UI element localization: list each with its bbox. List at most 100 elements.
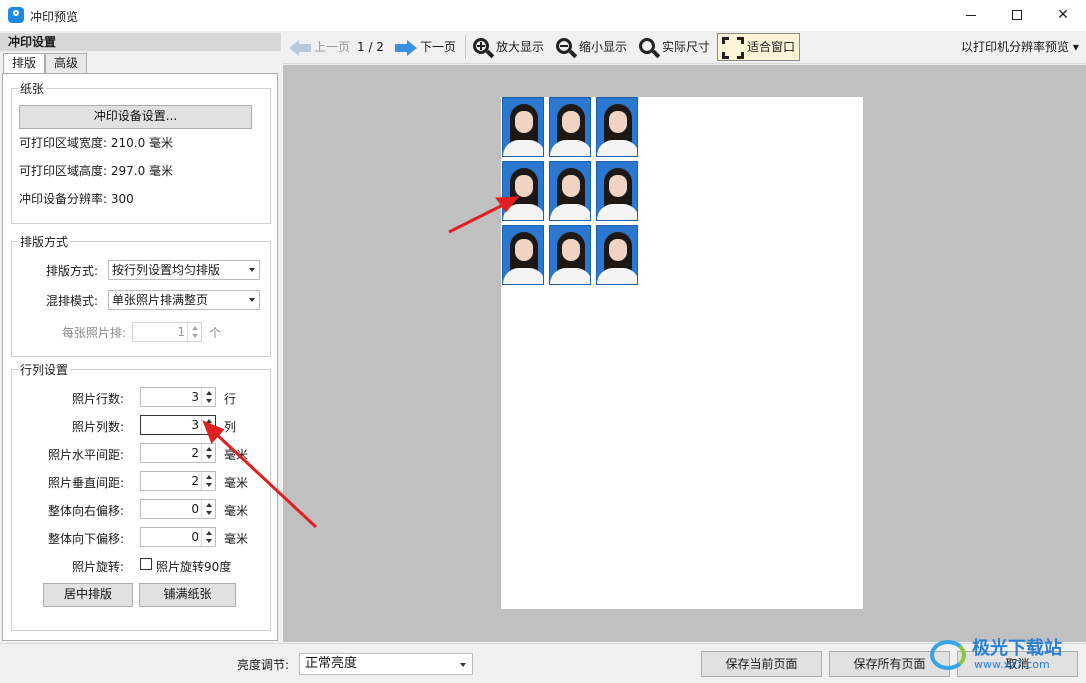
watermark-text: 极光下载站 — [972, 638, 1062, 659]
prev-page-label: 上一页 — [314, 40, 351, 54]
mix-mode-value: 单张照片排满整页 — [112, 293, 209, 307]
panel-header: 冲印设置 — [0, 33, 281, 51]
spin-arrows-icon — [201, 388, 215, 406]
toolbar-divider — [465, 35, 466, 59]
prev-page-button[interactable]: 上一页 — [289, 31, 350, 63]
zoom-out-button[interactable]: 缩小显示 — [556, 31, 627, 63]
fill-paper-button[interactable]: 铺满纸张 — [139, 583, 236, 607]
magnifier-icon — [639, 37, 661, 58]
vgap-label: 照片垂直间距: — [47, 476, 124, 490]
per-sheet-value: 1 — [177, 325, 185, 339]
zoom-in-label: 放大显示 — [496, 40, 545, 54]
per-sheet-unit: 个 — [209, 326, 222, 340]
rows-label: 照片行数: — [71, 392, 124, 406]
layout-group: 排版方式 排版方式: 按行列设置均匀排版 混排模式: 单张照片排满整页 每张照片… — [11, 233, 271, 357]
hgap-stepper[interactable]: 2 — [140, 443, 216, 463]
layout-mode-select[interactable]: 按行列设置均匀排版 — [108, 260, 260, 280]
yoffset-label: 整体向下偏移: — [47, 532, 124, 546]
brightness-select[interactable]: 正常亮度 — [299, 653, 473, 675]
actual-size-label: 实际尺寸 — [662, 40, 711, 54]
next-page-button[interactable]: 下一页 — [395, 31, 456, 63]
layout-mode-label: 排版方式: — [45, 264, 98, 278]
watermark: 极光下载站 www.xz7.com — [930, 634, 1080, 680]
watermark-logo-icon — [930, 640, 966, 670]
paper-page — [501, 97, 863, 609]
id-photo — [549, 161, 591, 221]
rows-unit: 行 — [224, 392, 237, 406]
maximize-button[interactable] — [994, 0, 1040, 31]
arrow-left-icon — [289, 39, 311, 56]
spin-arrows-icon — [201, 472, 215, 490]
tab-advanced[interactable]: 高级 — [45, 53, 88, 73]
hgap-unit: 毫米 — [224, 448, 249, 462]
id-photo — [596, 225, 638, 285]
vgap-stepper[interactable]: 2 — [140, 471, 216, 491]
spin-arrows-icon — [201, 500, 215, 518]
per-sheet-stepper[interactable]: 1 — [132, 322, 202, 342]
spin-arrows-icon — [201, 528, 215, 546]
id-photo — [596, 161, 638, 221]
zoom-out-icon — [556, 37, 578, 58]
preview-mode-label: 以打印机分辨率预览 — [961, 40, 1070, 54]
settings-panel: 冲印设置 排版 高级 纸张 冲印设备设置... 可打印区域宽度: 210.0 毫… — [0, 31, 281, 643]
yoffset-unit: 毫米 — [224, 532, 249, 546]
cols-stepper[interactable]: 3 — [140, 415, 216, 435]
rotate-checkbox-label[interactable]: 照片旋转90度 — [156, 558, 231, 575]
grid-group: 行列设置 照片行数: 3 行 照片列数: 3 列 照片水平间距: 2 毫米 照片… — [11, 361, 271, 631]
preview-area — [283, 65, 1086, 642]
title-bar: 冲印预览 ✕ — [0, 0, 1086, 31]
zoom-in-button[interactable]: 放大显示 — [473, 31, 544, 63]
preview-toolbar: 上一页 1 / 2 下一页 放大显示 缩小显示 实际尺寸 适合窗口 以打印机分辨… — [283, 31, 1086, 64]
spin-arrows-icon — [201, 444, 215, 462]
preview-mode-dropdown[interactable]: 以打印机分辨率预览 ▾ — [961, 31, 1079, 63]
next-page-label: 下一页 — [420, 40, 457, 54]
vgap-unit: 毫米 — [224, 476, 249, 490]
window-title: 冲印预览 — [30, 10, 79, 24]
yoffset-value: 0 — [191, 530, 199, 544]
device-settings-button[interactable]: 冲印设备设置... — [19, 105, 252, 129]
vgap-value: 2 — [191, 474, 199, 488]
printable-height-text: 可打印区域高度: 297.0 毫米 — [19, 164, 174, 178]
paper-group-title: 纸张 — [18, 80, 47, 97]
per-sheet-label: 每张照片排: — [61, 326, 126, 340]
id-photo — [549, 225, 591, 285]
hgap-label: 照片水平间距: — [47, 448, 124, 462]
bottom-bar: 亮度调节: 正常亮度 保存当前页面 保存所有页面 取消 — [0, 643, 1086, 683]
device-resolution-text: 冲印设备分辨率: 300 — [19, 192, 134, 206]
fit-window-button[interactable]: 适合窗口 — [717, 33, 801, 61]
rows-value: 3 — [191, 390, 199, 404]
yoffset-stepper[interactable]: 0 — [140, 527, 216, 547]
rows-stepper[interactable]: 3 — [140, 387, 216, 407]
id-photo — [596, 97, 638, 157]
layout-group-title: 排版方式 — [18, 233, 71, 250]
id-photo — [549, 97, 591, 157]
xoffset-stepper[interactable]: 0 — [140, 499, 216, 519]
cols-unit: 列 — [224, 420, 237, 434]
save-current-page-button[interactable]: 保存当前页面 — [701, 651, 822, 677]
fit-window-icon — [722, 36, 744, 59]
mix-mode-select[interactable]: 单张照片排满整页 — [108, 290, 260, 310]
chevron-down-icon: ▾ — [1069, 40, 1079, 54]
brightness-value: 正常亮度 — [305, 656, 358, 671]
xoffset-unit: 毫米 — [224, 504, 249, 518]
page-indicator: 1 / 2 — [357, 40, 384, 54]
tab-layout[interactable]: 排版 — [3, 53, 46, 74]
minimize-icon — [966, 14, 976, 16]
tab-content: 纸张 冲印设备设置... 可打印区域宽度: 210.0 毫米 可打印区域高度: … — [2, 73, 278, 641]
cols-label: 照片列数: — [71, 420, 124, 434]
rotate-checkbox[interactable] — [140, 558, 152, 570]
minimize-button[interactable] — [948, 0, 994, 31]
brightness-label: 亮度调节: — [237, 658, 290, 672]
center-layout-button[interactable]: 居中排版 — [43, 583, 133, 607]
app-icon — [8, 7, 24, 23]
fit-window-label: 适合窗口 — [747, 40, 796, 54]
chevron-down-icon — [249, 268, 255, 272]
xoffset-value: 0 — [191, 502, 199, 516]
id-photo — [502, 225, 544, 285]
actual-size-button[interactable]: 实际尺寸 — [639, 31, 710, 63]
xoffset-label: 整体向右偏移: — [47, 504, 124, 518]
close-button[interactable]: ✕ — [1040, 0, 1086, 31]
close-icon: ✕ — [1057, 7, 1069, 23]
mix-mode-label: 混排模式: — [45, 294, 98, 308]
chevron-down-icon — [249, 298, 255, 302]
